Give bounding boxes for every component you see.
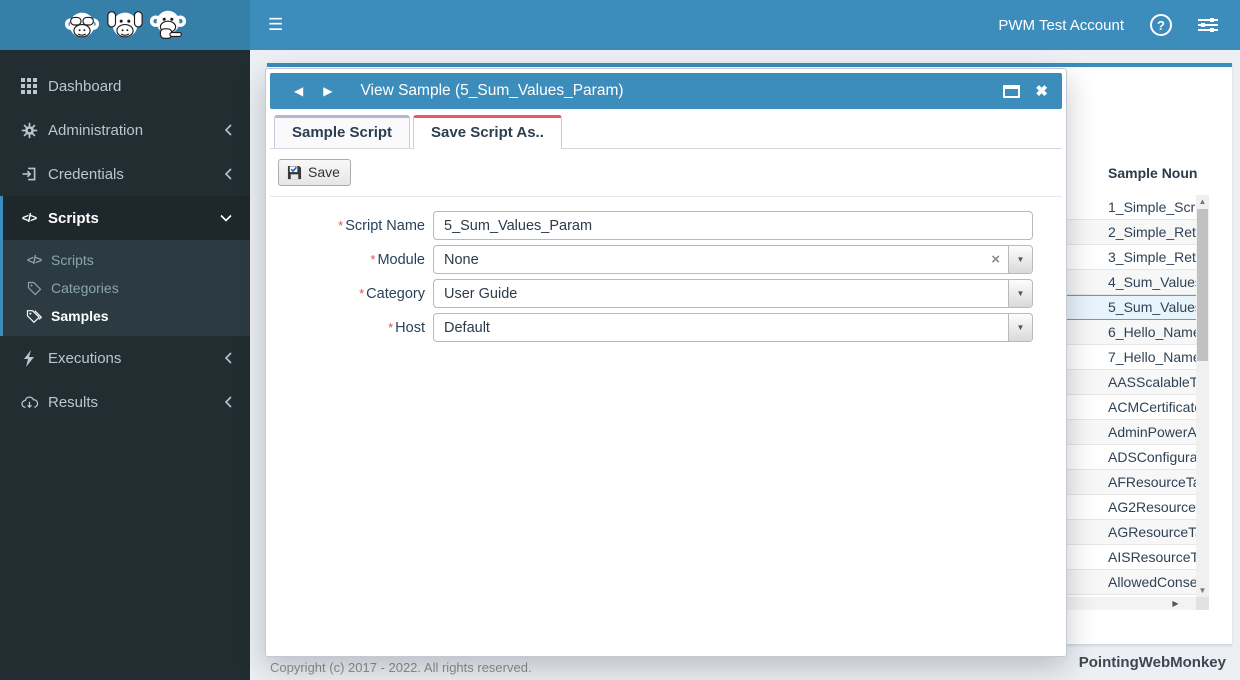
- script-name-label: *Script Name: [270, 218, 425, 234]
- tag-icon: [25, 281, 43, 296]
- sidebar-item-administration[interactable]: Administration: [0, 108, 250, 152]
- vertical-scrollbar[interactable]: ▲ ▼: [1196, 195, 1209, 597]
- maximize-icon[interactable]: [1003, 85, 1020, 98]
- pointing-monkey-icon: [149, 6, 187, 44]
- host-value: Default: [434, 320, 1008, 336]
- help-icon[interactable]: ?: [1150, 14, 1172, 36]
- dialog-tabs: Sample Script Save Script As..: [270, 109, 1062, 149]
- code-icon: </>: [25, 253, 43, 267]
- sidebar-subitem-samples[interactable]: Samples: [3, 302, 250, 330]
- sidebar-toggle-hamburger-icon[interactable]: ☰: [250, 15, 301, 35]
- previous-sample-icon[interactable]: ◀: [294, 84, 303, 98]
- sidebar-subitem-label: Scripts: [51, 252, 94, 268]
- sidebar-subitem-categories[interactable]: Categories: [3, 274, 250, 302]
- dropdown-button: ▼: [1008, 246, 1032, 273]
- chevron-down-icon: [220, 214, 232, 222]
- chevron-down-icon[interactable]: ▼: [1017, 255, 1025, 264]
- save-button-label: Save: [308, 164, 340, 180]
- footer-brand: PointingWebMonkey: [1079, 654, 1226, 671]
- scroll-down-icon[interactable]: ▼: [1196, 584, 1209, 597]
- required-marker: *: [388, 320, 393, 335]
- sidebar-item-label: Scripts: [48, 210, 99, 227]
- sidebar-item-scripts[interactable]: </> Scripts: [3, 196, 250, 240]
- next-sample-icon[interactable]: ▶: [323, 84, 332, 98]
- scrollbar-thumb[interactable]: [1197, 209, 1208, 361]
- save-button[interactable]: Save: [278, 159, 351, 186]
- lightning-icon: [19, 350, 39, 367]
- sidebar-group-scripts: </> Scripts </> Scripts Categories: [0, 196, 250, 336]
- tab-sample-script[interactable]: Sample Script: [274, 115, 410, 148]
- see-no-evil-monkey-icon: [63, 6, 101, 44]
- view-sample-dialog: ◀ ▶ View Sample (5_Sum_Values_Param) ✖ S…: [265, 68, 1067, 657]
- tab-save-script-as[interactable]: Save Script As..: [413, 115, 562, 149]
- dashboard-grid-icon: [19, 78, 39, 94]
- sidebar: Dashboard Administration Credentials: [0, 50, 250, 680]
- sidebar-item-results[interactable]: Results: [0, 380, 250, 424]
- sample-noun-column-header[interactable]: Sample Noun: [1108, 165, 1228, 181]
- chevron-down-icon[interactable]: ▼: [1017, 323, 1025, 332]
- sidebar-subitem-label: Samples: [51, 308, 109, 324]
- sidebar-item-label: Executions: [48, 350, 121, 367]
- account-menu[interactable]: PWM Test Account: [998, 17, 1124, 34]
- brand-logo[interactable]: [0, 0, 250, 50]
- chevron-left-icon: [224, 168, 232, 180]
- sidebar-item-label: Results: [48, 394, 98, 411]
- code-icon: </>: [19, 211, 39, 225]
- scrollbar-corner: [1196, 597, 1209, 610]
- tags-icon: [25, 309, 43, 324]
- sidebar-item-label: Credentials: [48, 166, 124, 183]
- host-label: *Host: [270, 320, 425, 336]
- sidebar-item-credentials[interactable]: Credentials: [0, 152, 250, 196]
- chevron-left-icon: [224, 352, 232, 364]
- dialog-titlebar[interactable]: ◀ ▶ View Sample (5_Sum_Values_Param) ✖: [270, 73, 1062, 109]
- settings-sliders-icon[interactable]: [1198, 17, 1218, 33]
- floppy-disk-icon: [287, 165, 302, 180]
- category-value: User Guide: [434, 286, 1008, 302]
- script-name-input[interactable]: [433, 211, 1033, 240]
- scripts-submenu: </> Scripts Categories Samples: [3, 240, 250, 336]
- required-marker: *: [338, 218, 343, 233]
- scroll-right-icon[interactable]: ▶: [1169, 597, 1182, 610]
- sidebar-item-dashboard[interactable]: Dashboard: [0, 64, 250, 108]
- chevron-left-icon: [224, 124, 232, 136]
- clear-selection-icon[interactable]: ×: [991, 252, 1000, 267]
- dialog-title: View Sample (5_Sum_Values_Param): [360, 82, 623, 100]
- category-label: *Category: [270, 286, 425, 302]
- host-select[interactable]: Default ▼: [433, 313, 1033, 342]
- category-select[interactable]: User Guide ▼: [433, 279, 1033, 308]
- save-as-form: *Script Name *Module None × ▼ *Category …: [270, 197, 1062, 342]
- chevron-down-icon[interactable]: ▼: [1017, 289, 1025, 298]
- copyright-text: Copyright (c) 2017 - 2022. All rights re…: [270, 660, 532, 675]
- chevron-left-icon: [224, 396, 232, 408]
- dropdown-button: ▼: [1008, 280, 1032, 307]
- gears-icon: [19, 122, 39, 139]
- scroll-up-icon[interactable]: ▲: [1196, 195, 1209, 208]
- sidebar-subitem-label: Categories: [51, 280, 119, 296]
- sidebar-item-label: Dashboard: [48, 78, 121, 95]
- dialog-toolbar: Save: [270, 149, 1062, 197]
- module-value: None: [434, 252, 991, 268]
- close-icon[interactable]: ✖: [1035, 82, 1048, 100]
- top-bar: ☰ PWM Test Account ?: [0, 0, 1240, 50]
- sidebar-item-executions[interactable]: Executions: [0, 336, 250, 380]
- required-marker: *: [370, 252, 375, 267]
- sidebar-item-label: Administration: [48, 122, 143, 139]
- module-label: *Module: [270, 252, 425, 268]
- sidebar-subitem-scripts[interactable]: </> Scripts: [3, 246, 250, 274]
- module-select[interactable]: None × ▼: [433, 245, 1033, 274]
- hear-no-evil-monkey-icon: [106, 6, 144, 44]
- top-nav: ☰ PWM Test Account ?: [250, 0, 1240, 50]
- dropdown-button: ▼: [1008, 314, 1032, 341]
- sign-in-icon: [19, 166, 39, 182]
- cloud-download-icon: [19, 395, 39, 410]
- required-marker: *: [359, 286, 364, 301]
